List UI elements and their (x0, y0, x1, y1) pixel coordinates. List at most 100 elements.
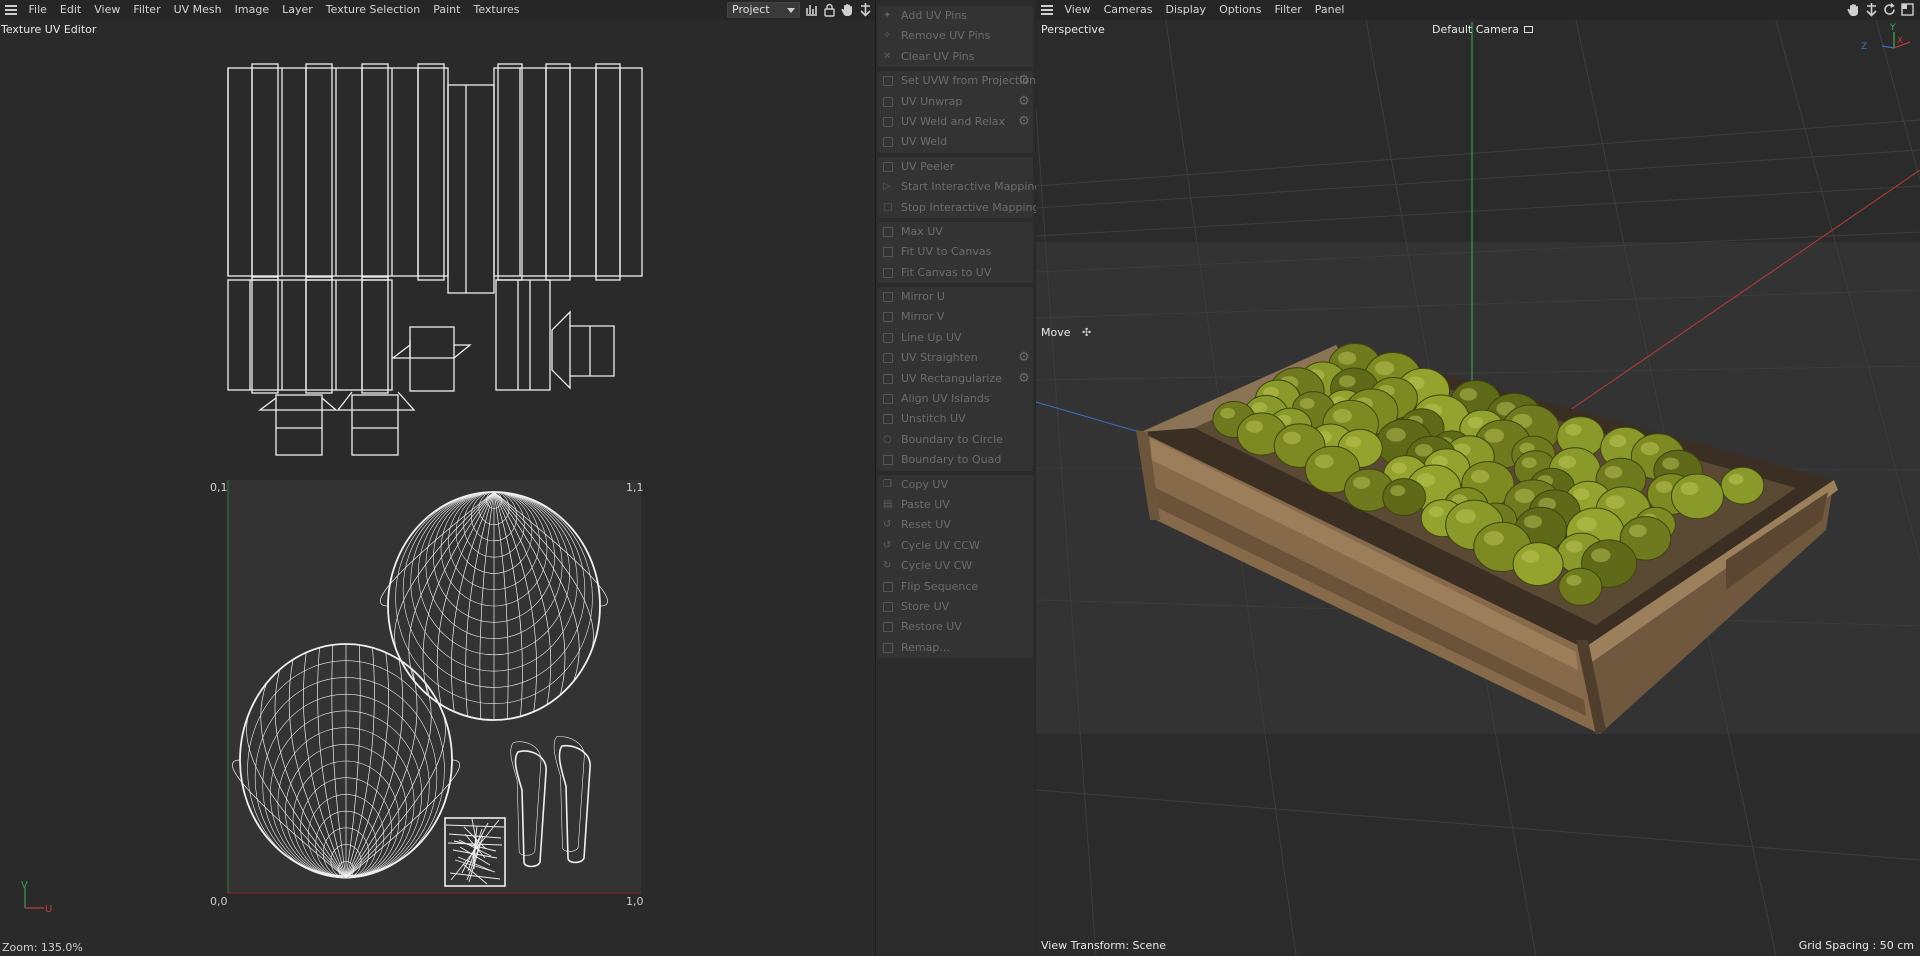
command-label: UV Rectangularize (901, 371, 1002, 385)
vp-menu-options[interactable]: Options (1213, 0, 1268, 20)
crate-uv-islands[interactable] (227, 63, 643, 456)
uv-panel-menu-icon[interactable] (0, 0, 22, 20)
play-icon: ▷ (883, 181, 891, 193)
command-uv-peeler[interactable]: UV Peeler (878, 157, 1033, 177)
command-label: Flip Sequence (901, 579, 979, 593)
vp-menu-filter[interactable]: Filter (1268, 0, 1308, 20)
command-start-interactive-mapping[interactable]: ▷ Start Interactive Mapping (878, 177, 1041, 197)
command-label: Fit UV to Canvas (901, 245, 992, 259)
command-label: Copy UV (901, 477, 948, 491)
command-line-up-uv[interactable]: Line Up UV (878, 328, 1033, 348)
command-label: UV Weld (901, 135, 948, 149)
menu-paint[interactable]: Paint (427, 0, 467, 20)
camera-label[interactable]: Default Camera (1432, 23, 1534, 36)
gear-icon[interactable]: ⚙ (1017, 74, 1031, 88)
active-tool-label: Move ✣ (1041, 326, 1091, 339)
command-uv-rectangularize[interactable]: UV Rectangularize ⚙ (878, 369, 1033, 389)
command-cycle-uv-ccw[interactable]: ↺ Cycle UV CCW (878, 536, 1033, 556)
command-unstitch-uv[interactable]: Unstitch UV (878, 409, 1033, 429)
command-uv-straighten[interactable]: UV Straighten ⚙ (878, 348, 1033, 368)
unwrap-icon (883, 96, 893, 107)
project-select[interactable]: Project (727, 2, 800, 18)
menu-image[interactable]: Image (228, 0, 275, 20)
pin-remove-icon: ✧ (883, 30, 892, 42)
command-label: Cycle UV CCW (901, 538, 980, 552)
move-down-icon[interactable] (858, 2, 873, 17)
command-uv-weld-and-relax[interactable]: UV Weld and Relax ⚙ (878, 112, 1033, 132)
maximize-icon[interactable] (1900, 2, 1915, 17)
vp-menu-display[interactable]: Display (1159, 0, 1213, 20)
command-max-uv[interactable]: Max UV (878, 222, 1033, 242)
command-set-uvw-from-projection[interactable]: Set UVW from Projection ⚙ (878, 71, 1036, 91)
command-label: Unstitch UV (901, 412, 966, 426)
lock-icon[interactable] (822, 2, 837, 17)
3d-viewport[interactable]: Y X Z (1036, 20, 1920, 956)
store-icon (883, 601, 893, 612)
move-down-icon[interactable] (1864, 2, 1879, 17)
command-stop-interactive-mapping[interactable]: □ Stop Interactive Mapping (878, 198, 1039, 218)
stop-icon: □ (883, 201, 893, 213)
command-flip-sequence[interactable]: Flip Sequence (878, 577, 1033, 597)
gear-icon[interactable]: ⚙ (1017, 351, 1031, 365)
command-clear-uv-pins[interactable]: ✕ Clear UV Pins (878, 47, 1033, 67)
u-axis-label: U (45, 904, 52, 915)
vp-menu-panel[interactable]: Panel (1308, 0, 1351, 20)
grid-spacing-label: Grid Spacing : 50 cm (1798, 939, 1914, 952)
menu-edit[interactable]: Edit (53, 0, 87, 20)
command-reset-uv[interactable]: ↺ Reset UV (878, 515, 1033, 535)
command-cycle-uv-cw[interactable]: ↻ Cycle UV CW (878, 556, 1033, 576)
uv-canvas[interactable]: 0,1 1,1 0,0 1,0 V U (0, 30, 875, 940)
vp-menu-cameras[interactable]: Cameras (1097, 0, 1159, 20)
command-remove-uv-pins[interactable]: ✧ Remove UV Pins (878, 26, 1033, 46)
hand-icon[interactable] (1846, 2, 1861, 17)
histogram-icon[interactable] (804, 2, 819, 17)
command-remap[interactable]: Remap... (878, 638, 1033, 658)
command-group: Max UV Fit UV to Canvas Fit Canvas to UV (878, 221, 1033, 284)
menu-uv-mesh[interactable]: UV Mesh (167, 0, 228, 20)
command-label: Start Interactive Mapping (901, 180, 1042, 194)
viewport-panel[interactable]: View Cameras Display Options Filter Pane… (1036, 0, 1920, 956)
command-label: UV Peeler (901, 159, 955, 173)
command-paste-uv[interactable]: ▤ Paste UV (878, 495, 1033, 515)
menu-textures[interactable]: Textures (467, 0, 526, 20)
command-align-uv-islands[interactable]: Align UV Islands (878, 389, 1033, 409)
command-label: Reset UV (901, 518, 951, 532)
command-uv-unwrap[interactable]: UV Unwrap ⚙ (878, 92, 1033, 112)
cycle-cw-icon: ↻ (883, 560, 892, 572)
menu-view[interactable]: View (88, 0, 127, 20)
command-add-uv-pins[interactable]: ✦ Add UV Pins (878, 6, 1033, 26)
rectangularize-icon (883, 373, 893, 384)
command-label: Set UVW from Projection (901, 74, 1036, 88)
unstitch-icon (883, 414, 893, 425)
viewport-panel-menu-icon[interactable] (1036, 0, 1058, 20)
command-uv-weld[interactable]: UV Weld (878, 132, 1033, 152)
command-label: Max UV (901, 224, 943, 238)
camera-icon (1524, 26, 1534, 33)
command-fit-canvas-to-uv[interactable]: Fit Canvas to UV (878, 263, 1033, 283)
vp-menu-view[interactable]: View (1058, 0, 1097, 20)
command-label: Cycle UV CW (901, 559, 973, 573)
weld-icon (883, 137, 893, 148)
command-mirror-v[interactable]: Mirror V (878, 307, 1033, 327)
uv-corner-0-0: 0,0 (210, 895, 228, 908)
uv-axis-gizmo: V U (21, 880, 52, 915)
gear-icon[interactable]: ⚙ (1017, 114, 1031, 129)
gear-icon[interactable]: ⚙ (1017, 371, 1031, 386)
menu-layer[interactable]: Layer (276, 0, 320, 20)
command-mirror-u[interactable]: Mirror U (878, 287, 1033, 307)
command-store-uv[interactable]: Store UV (878, 597, 1033, 617)
menu-texture-selection[interactable]: Texture Selection (319, 0, 426, 20)
command-label: Stop Interactive Mapping (901, 200, 1040, 214)
command-boundary-to-quad[interactable]: Boundary to Quad (878, 450, 1033, 470)
command-restore-uv[interactable]: Restore UV (878, 617, 1033, 637)
menu-filter[interactable]: Filter (127, 0, 167, 20)
hand-icon[interactable] (840, 2, 855, 17)
gear-icon[interactable]: ⚙ (1017, 94, 1031, 109)
menu-file[interactable]: File (22, 0, 53, 20)
max-uv-icon (883, 226, 893, 237)
command-boundary-to-circle[interactable]: ○ Boundary to Circle (878, 430, 1033, 450)
command-fit-uv-to-canvas[interactable]: Fit UV to Canvas (878, 242, 1033, 262)
orbit-icon[interactable] (1882, 2, 1897, 17)
command-group: Set UVW from Projection ⚙ UV Unwrap ⚙ UV Wel… (878, 71, 1036, 153)
command-copy-uv[interactable]: ❐ Copy UV (878, 475, 1033, 495)
